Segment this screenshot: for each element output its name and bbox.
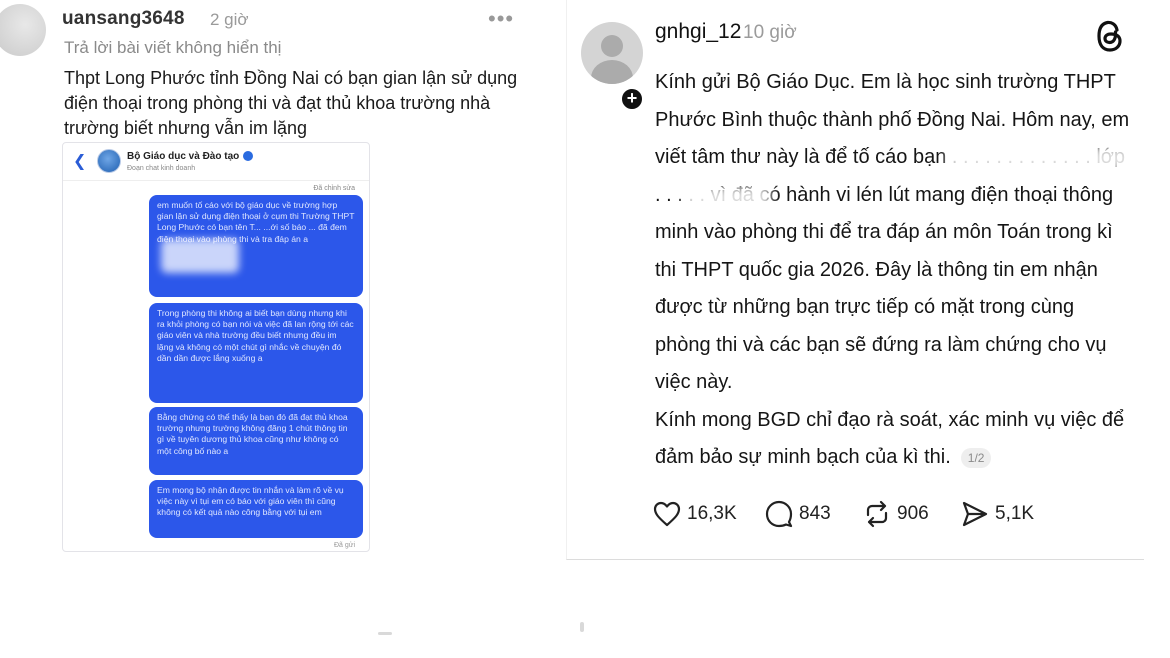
repost-icon	[866, 500, 888, 528]
action-bar: 16,3K 843 906 5,1K	[653, 494, 1123, 534]
chat-message: Em mong bộ nhận được tin nhắn và làm rõ …	[149, 480, 363, 538]
avatar[interactable]	[0, 4, 46, 56]
like-count: 16,3K	[687, 503, 737, 524]
repost-count: 906	[897, 503, 929, 524]
avatar[interactable]	[581, 22, 643, 84]
right-username[interactable]: gnhgi_12	[655, 20, 741, 44]
redaction-blur	[947, 146, 1135, 172]
like-button[interactable]: 16,3K	[653, 494, 737, 534]
chat-header: ❮ Bộ Giáo dục và Đào tạo Đoạn chat kinh …	[63, 143, 369, 181]
sent-label: Đã gửi	[333, 542, 355, 549]
post-paragraph-text: Kính mong BGD chỉ đạo rà soát, xác minh …	[655, 408, 1125, 469]
share-button[interactable]: 5,1K	[961, 494, 1034, 534]
ministry-logo-icon	[97, 149, 121, 173]
chat-contact-subtitle: Đoạn chat kinh doanh	[127, 165, 196, 172]
redaction-blur	[683, 186, 771, 210]
left-post-text: Thpt Long Phước tỉnh Đồng Nai có bạn gia…	[64, 68, 518, 138]
left-post-time: 2 giờ	[210, 10, 249, 29]
right-post-time: 10 giờ	[743, 22, 797, 43]
right-post-panel: + gnhgi_12 10 giờ Kính gửi Bộ Giáo Dục. …	[566, 0, 1144, 560]
post-paragraph: Kính gửi Bộ Giáo Dục. Em là học sinh trư…	[655, 71, 1130, 393]
comment-count: 843	[799, 503, 831, 524]
right-post-text: Kính gửi Bộ Giáo Dục. Em là học sinh trư…	[655, 64, 1135, 477]
chat-screenshot-image[interactable]: ❮ Bộ Giáo dục và Đào tạo Đoạn chat kinh …	[62, 142, 370, 552]
chat-message: Trong phòng thi không ai biết bạn dùng n…	[149, 303, 363, 403]
comment-button[interactable]: 843	[765, 494, 831, 534]
chat-contact-name: Bộ Giáo dục và Đào tạo	[127, 151, 240, 162]
chat-message: Bằng chứng có thể thấy là bạn đó đã đạt …	[149, 407, 363, 475]
send-icon	[962, 501, 988, 527]
heart-icon	[653, 501, 681, 527]
comment-bubble-icon	[765, 500, 793, 528]
share-count: 5,1K	[995, 503, 1035, 524]
left-post-panel: uansang3648 2 giờ ••• Trả lời bài viết k…	[0, 0, 560, 658]
back-arrow-icon: ❮	[73, 153, 87, 170]
follow-plus-icon[interactable]: +	[619, 86, 645, 112]
more-icon[interactable]: •••	[488, 6, 514, 32]
redaction-blur	[161, 239, 239, 273]
left-username[interactable]: uansang3648	[62, 8, 185, 30]
reply-note[interactable]: Trả lời bài viết không hiển thị	[64, 38, 281, 58]
verified-badge-icon	[243, 151, 253, 161]
page-indicator: 1/2	[960, 447, 992, 468]
smudge	[580, 622, 584, 632]
edited-label: Đã chỉnh sửa	[313, 185, 355, 192]
smudge	[378, 632, 392, 635]
threads-logo-icon[interactable]	[1095, 18, 1125, 54]
post-paragraph: Kính mong BGD chỉ đạo rà soát, xác minh …	[655, 402, 1135, 477]
repost-button[interactable]: 906	[863, 494, 929, 534]
